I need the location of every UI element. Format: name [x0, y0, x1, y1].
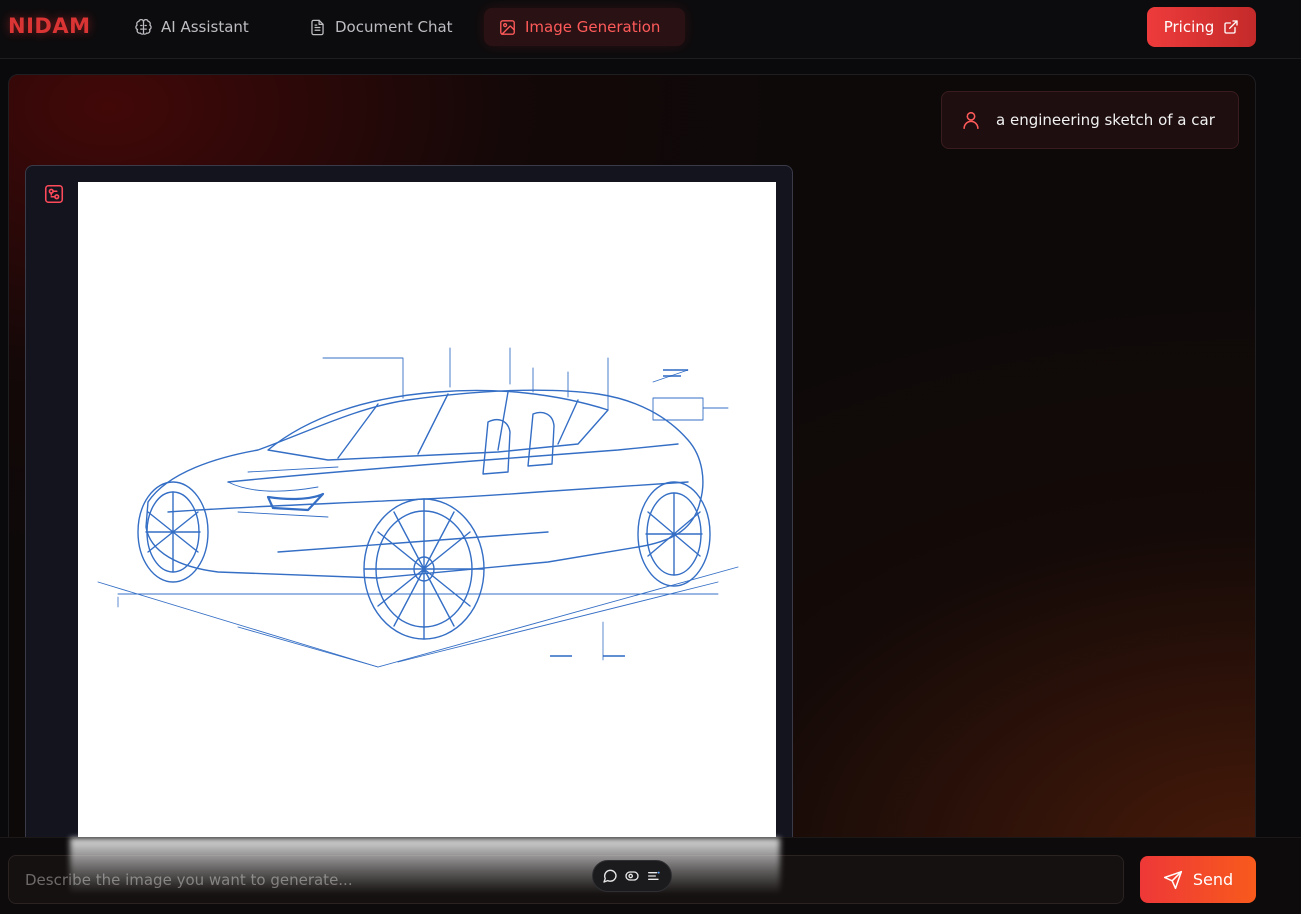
external-link-icon [1224, 20, 1238, 34]
nav-tab-label: Document Chat [335, 18, 453, 36]
car-blueprint-sketch [97, 347, 739, 668]
chat-bubble-icon[interactable] [602, 868, 618, 884]
user-message-text: a engineering sketch of a car [996, 111, 1215, 129]
send-icon [1163, 870, 1182, 889]
composer-bar: Send [0, 837, 1301, 914]
list-settings-icon[interactable] [646, 868, 662, 884]
generated-image[interactable] [78, 182, 776, 866]
image-icon [500, 19, 515, 35]
brain-icon [135, 18, 152, 35]
nav-tab-document-chat[interactable]: Document Chat [294, 8, 467, 46]
send-button[interactable]: Send [1140, 856, 1256, 903]
image-generation-icon [44, 184, 64, 204]
nav-tab-image-generation[interactable]: Image Generation [484, 8, 685, 46]
prompt-input[interactable] [8, 855, 1124, 904]
nav-tab-ai-assistant[interactable]: AI Assistant [120, 8, 263, 46]
nav-tab-label: Image Generation [525, 18, 661, 36]
nav-tab-label: AI Assistant [161, 18, 249, 36]
document-icon [311, 19, 324, 35]
ai-message-bubble [25, 165, 793, 866]
mode-toolbar [592, 860, 672, 892]
pricing-button[interactable]: Pricing [1147, 7, 1256, 47]
eye-icon[interactable] [624, 868, 640, 884]
send-button-label: Send [1192, 870, 1234, 889]
top-navigation-bar: NIDAM AI Assistant Document Chat Image G… [0, 0, 1301, 59]
user-message-bubble: a engineering sketch of a car [941, 91, 1239, 149]
pricing-button-label: Pricing [1163, 18, 1215, 36]
user-icon [963, 111, 979, 130]
app-logo[interactable]: NIDAM [8, 14, 90, 38]
